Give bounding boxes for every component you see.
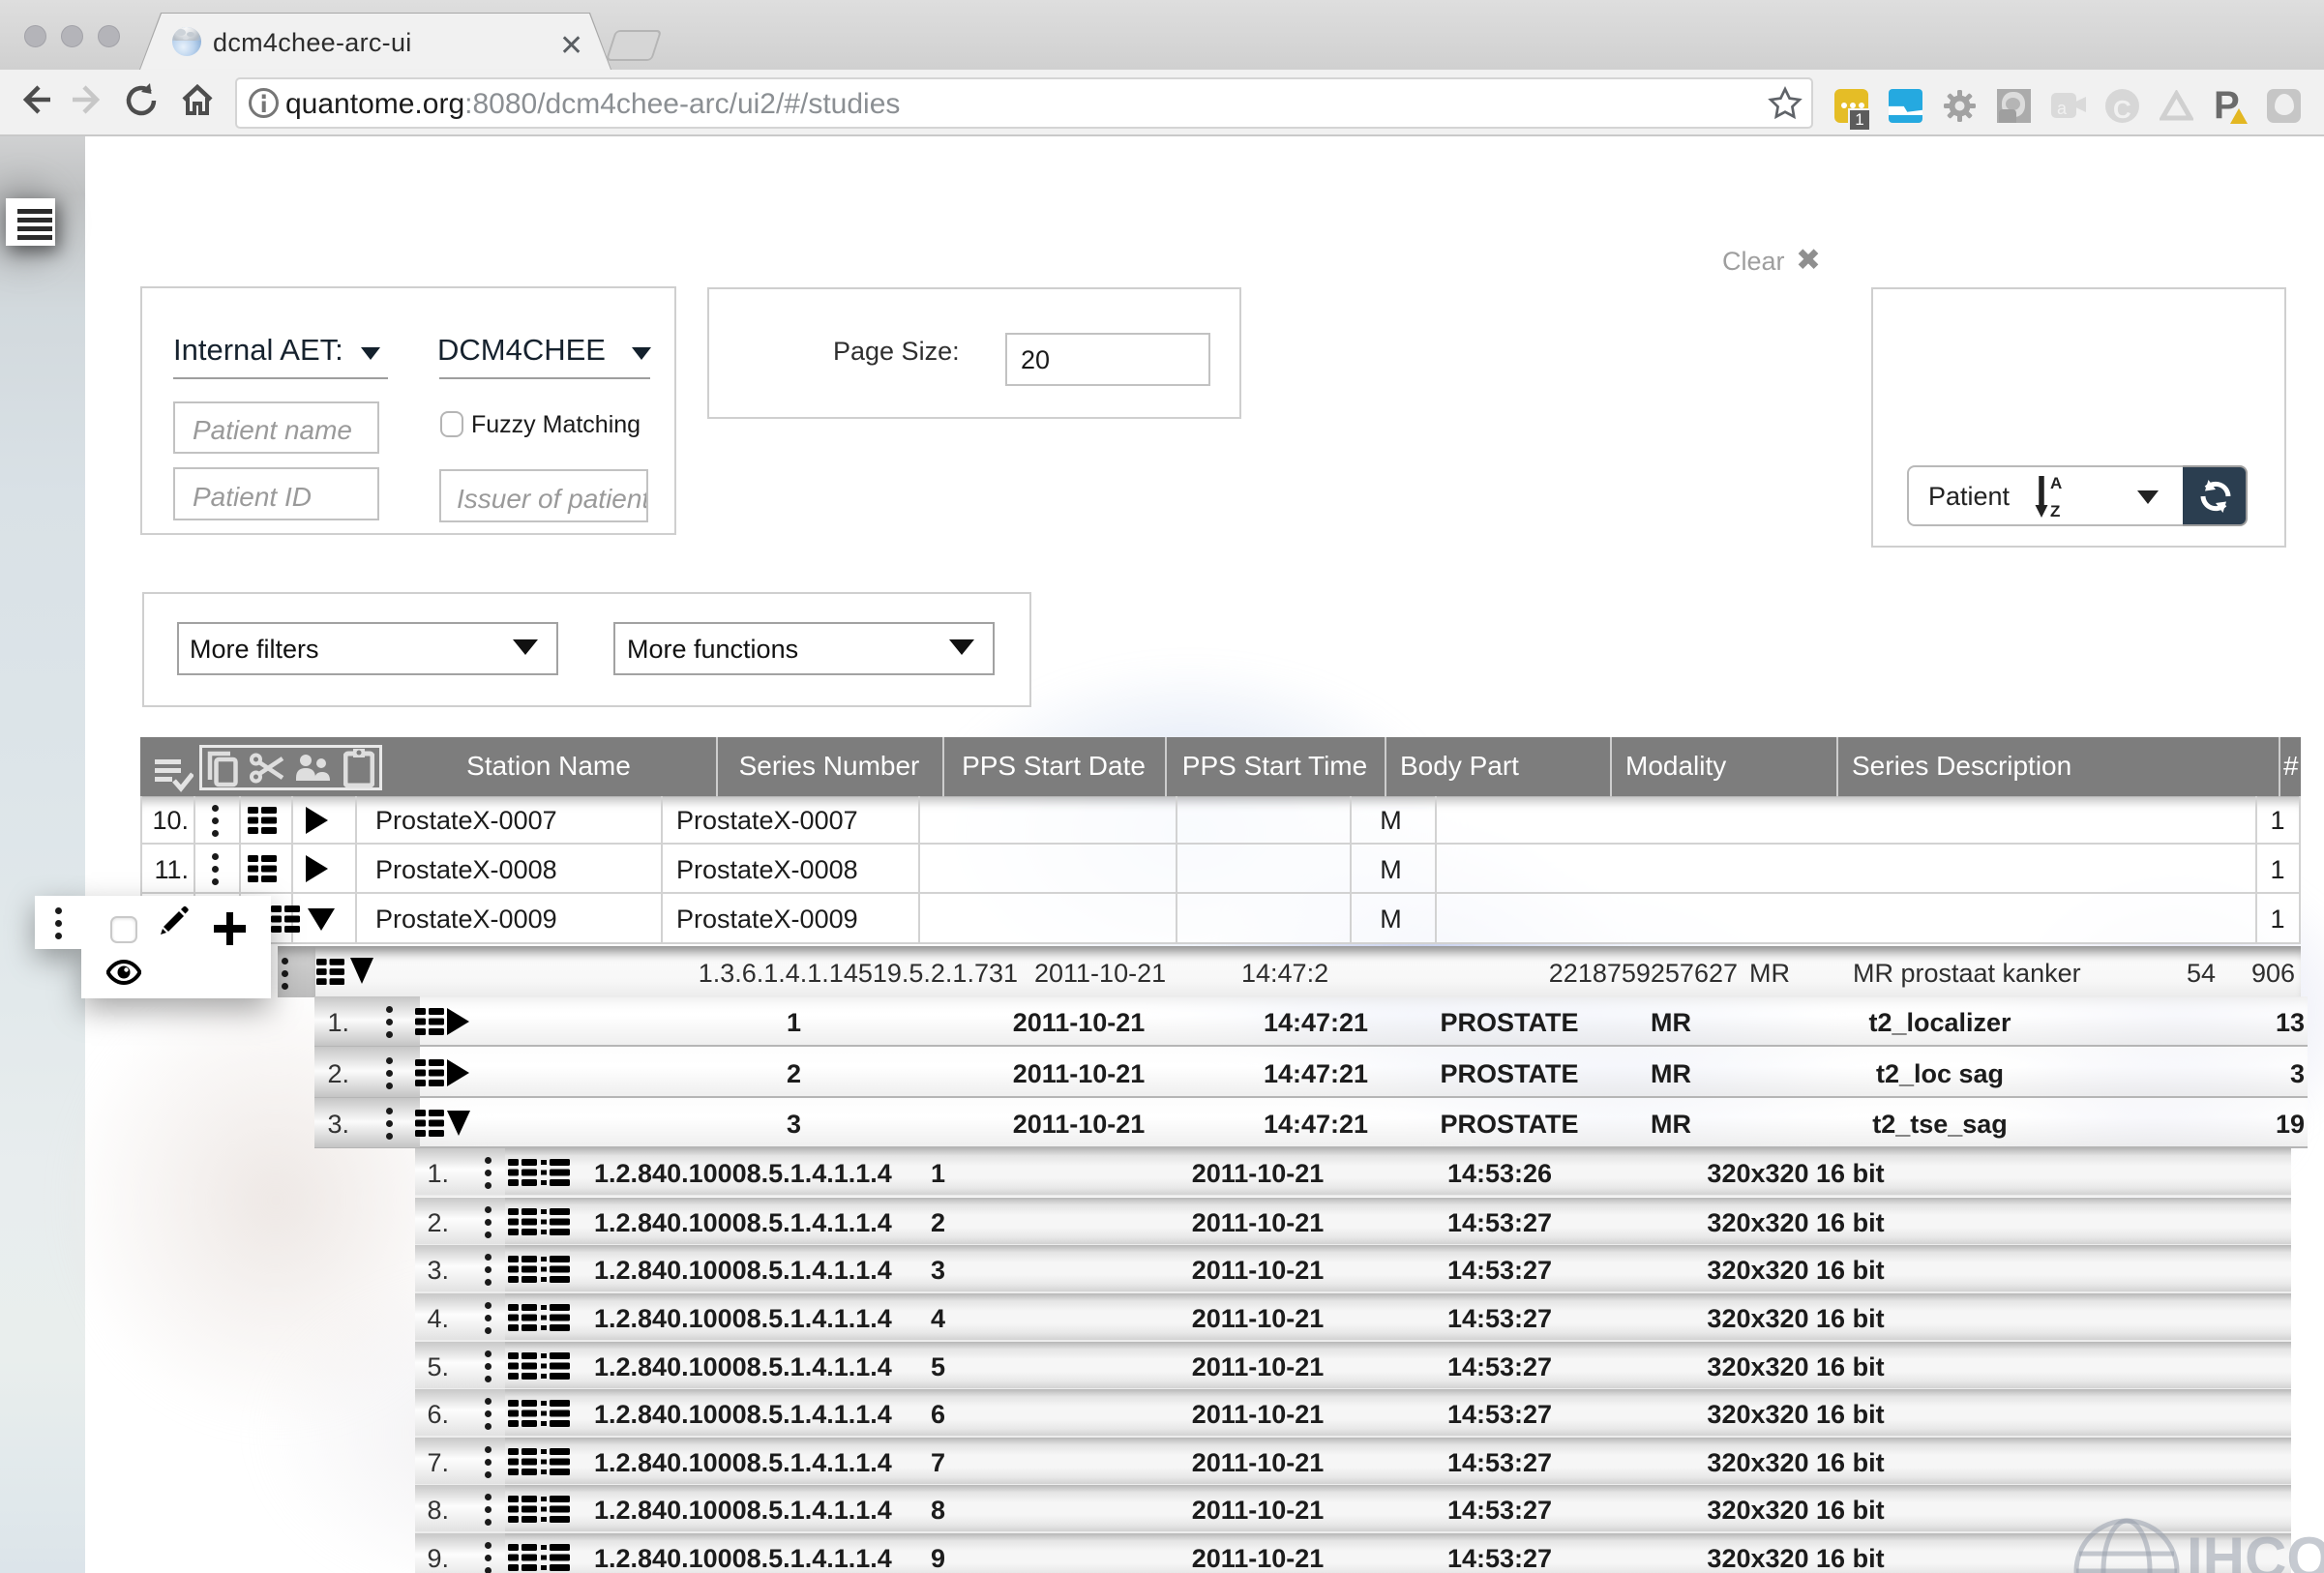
svg-text:Z: Z xyxy=(2050,502,2060,519)
svg-text:A: A xyxy=(2050,474,2062,492)
svg-text:IHCO: IHCO xyxy=(2187,1526,2324,1573)
